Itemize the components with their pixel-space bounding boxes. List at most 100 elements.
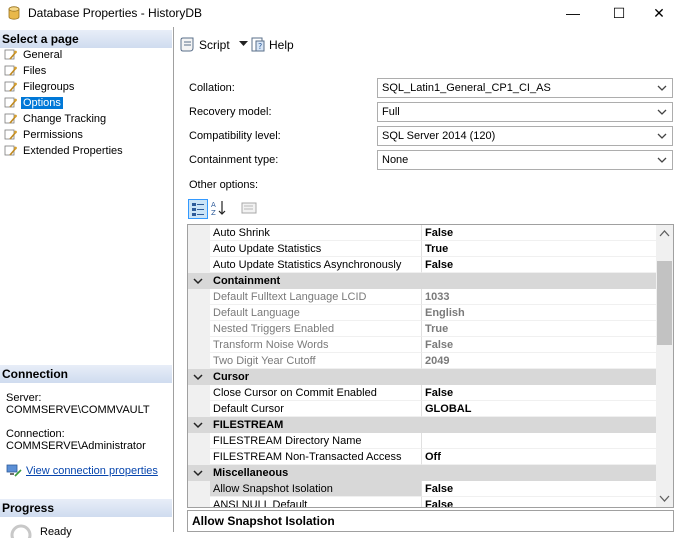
page-item-files[interactable]: Files xyxy=(4,64,48,79)
database-icon xyxy=(8,6,20,20)
chevron-down-icon xyxy=(657,157,667,163)
recovery-model-value: Full xyxy=(382,106,400,118)
table-row[interactable]: Two Digit Year Cutoff 2049 xyxy=(188,353,656,369)
page-item-change-tracking[interactable]: Change Tracking xyxy=(4,112,108,127)
table-row[interactable]: Nested Triggers Enabled True xyxy=(188,321,656,337)
table-row[interactable]: ANSI NULL Default False xyxy=(188,497,656,507)
category-label: FILESTREAM xyxy=(213,419,284,431)
property-name: FILESTREAM Directory Name xyxy=(210,433,422,449)
page-item-label: Filegroups xyxy=(23,81,75,93)
table-row[interactable]: Default Fulltext Language LCID 1033 xyxy=(188,289,656,305)
progress-status: Ready xyxy=(40,526,72,538)
property-value[interactable]: GLOBAL xyxy=(422,401,656,417)
collapse-chevron-icon[interactable] xyxy=(193,277,203,285)
collapse-chevron-icon[interactable] xyxy=(193,373,203,381)
property-value[interactable]: Off xyxy=(422,449,656,465)
page-wrench-icon xyxy=(4,65,17,76)
property-name: Auto Shrink xyxy=(210,225,422,241)
page-item-filegroups[interactable]: Filegroups xyxy=(4,80,76,95)
collapse-chevron-icon[interactable] xyxy=(193,469,203,477)
table-row[interactable]: Auto Update Statistics True xyxy=(188,241,656,257)
connection-value: COMMSERVE\Administrator xyxy=(6,440,146,452)
chevron-down-icon xyxy=(657,133,667,139)
view-connection-row: View connection properties xyxy=(6,464,158,478)
page-item-permissions[interactable]: Permissions xyxy=(4,128,85,143)
sort-alphabetical-icon: A Z xyxy=(211,201,226,217)
property-name: Default Fulltext Language LCID xyxy=(210,289,422,305)
scroll-down-icon[interactable] xyxy=(656,490,673,507)
page-item-label: Options xyxy=(21,97,63,109)
table-row[interactable]: Allow Snapshot Isolation False xyxy=(188,481,656,497)
chevron-down-icon xyxy=(239,41,249,46)
containment-type-select[interactable]: None xyxy=(377,150,673,170)
categorized-button[interactable] xyxy=(188,199,208,219)
property-value[interactable]: True xyxy=(422,241,656,257)
progress-header: Progress xyxy=(0,499,172,517)
collapse-chevron-icon[interactable] xyxy=(193,421,203,429)
table-row[interactable]: FILESTREAM Directory Name xyxy=(188,433,656,449)
category-row-cursor[interactable]: Cursor xyxy=(188,369,656,385)
table-row[interactable]: Default Language English xyxy=(188,305,656,321)
script-label: Script xyxy=(199,38,230,52)
property-name: FILESTREAM Non-Transacted Access xyxy=(210,449,422,465)
server-value: COMMSERVE\COMMVAULT xyxy=(6,404,150,416)
property-pages-icon xyxy=(241,202,257,214)
property-name: Nested Triggers Enabled xyxy=(210,321,422,337)
property-grid-toolbar: A Z xyxy=(186,198,266,220)
recovery-model-select[interactable]: Full xyxy=(377,102,673,122)
scrollbar-thumb[interactable] xyxy=(657,261,672,345)
property-name: Allow Snapshot Isolation xyxy=(210,481,422,497)
svg-text:Z: Z xyxy=(211,209,216,217)
page-item-label: General xyxy=(23,49,63,61)
property-value[interactable]: False xyxy=(422,225,656,241)
page-wrench-icon xyxy=(4,49,17,60)
page-item-label: Files xyxy=(23,65,47,77)
property-value[interactable]: False xyxy=(422,385,656,401)
table-row[interactable]: Close Cursor on Commit Enabled False xyxy=(188,385,656,401)
table-row[interactable]: Default Cursor GLOBAL xyxy=(188,401,656,417)
property-name: Auto Update Statistics xyxy=(210,241,422,257)
category-row-miscellaneous[interactable]: Miscellaneous xyxy=(188,465,656,481)
table-row[interactable]: Auto Shrink False xyxy=(188,225,656,241)
category-row-filestream[interactable]: FILESTREAM xyxy=(188,417,656,433)
property-name: ANSI NULL Default xyxy=(210,497,422,507)
compatibility-level-select[interactable]: SQL Server 2014 (120) xyxy=(377,126,673,146)
page-item-label: Permissions xyxy=(23,129,83,141)
vertical-scrollbar[interactable] xyxy=(656,225,673,507)
property-value[interactable] xyxy=(422,433,656,449)
connection-header: Connection xyxy=(0,365,172,383)
collation-label: Collation: xyxy=(189,82,235,94)
svg-text:A: A xyxy=(211,201,216,209)
help-button[interactable]: ? Help xyxy=(250,37,294,53)
scroll-up-icon[interactable] xyxy=(656,225,673,242)
close-button[interactable]: ✕ xyxy=(636,0,682,27)
property-value[interactable]: False xyxy=(422,481,656,497)
description-title: Allow Snapshot Isolation xyxy=(192,514,335,528)
minimize-button[interactable]: — xyxy=(550,0,596,27)
alphabetical-button[interactable]: A Z xyxy=(210,199,230,219)
help-label: Help xyxy=(269,38,294,52)
property-name: Transform Noise Words xyxy=(210,337,422,353)
table-row[interactable]: Transform Noise Words False xyxy=(188,337,656,353)
category-row-containment[interactable]: Containment xyxy=(188,273,656,289)
property-value: 2049 xyxy=(422,353,656,369)
collation-select[interactable]: SQL_Latin1_General_CP1_CI_AS xyxy=(377,78,673,98)
window-title: Database Properties - HistoryDB xyxy=(28,6,203,20)
page-item-extended-properties[interactable]: Extended Properties xyxy=(4,144,125,159)
view-connection-properties-link[interactable]: View connection properties xyxy=(26,465,158,477)
property-name: Default Language xyxy=(210,305,422,321)
page-item-general[interactable]: General xyxy=(4,48,64,63)
page-wrench-icon xyxy=(4,145,17,156)
table-row[interactable]: FILESTREAM Non-Transacted Access Off xyxy=(188,449,656,465)
containment-type-label: Containment type: xyxy=(189,154,279,166)
property-pages-button[interactable] xyxy=(240,199,260,219)
property-name: Two Digit Year Cutoff xyxy=(210,353,422,369)
page-item-options[interactable]: Options xyxy=(4,96,63,111)
progress-spinner-icon xyxy=(10,524,32,539)
table-row[interactable]: Auto Update Statistics Asynchronously Fa… xyxy=(188,257,656,273)
property-value[interactable]: False xyxy=(422,497,656,507)
property-value[interactable]: False xyxy=(422,257,656,273)
script-button[interactable]: Script xyxy=(180,37,249,53)
recovery-model-label: Recovery model: xyxy=(189,106,272,118)
categorized-icon xyxy=(192,203,204,216)
